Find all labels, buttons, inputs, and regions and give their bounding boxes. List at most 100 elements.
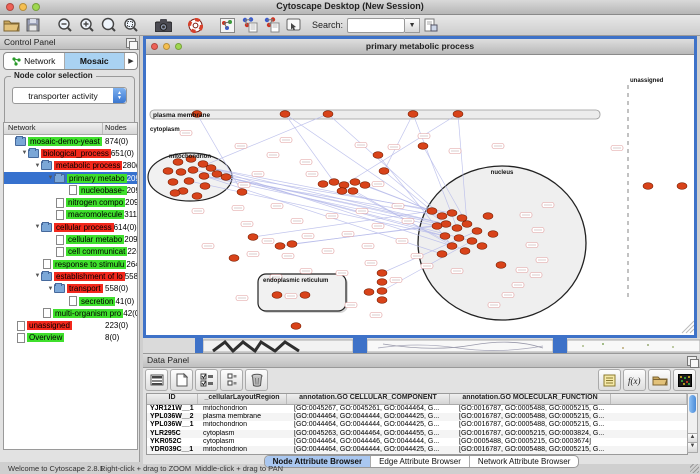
network-node[interactable] (418, 143, 428, 150)
network-node[interactable] (460, 248, 470, 255)
snapshot-icon[interactable] (152, 16, 174, 34)
tree-row[interactable]: ▼establishment of lo558(0) (4, 270, 137, 282)
network-node[interactable] (643, 183, 653, 190)
zoom-selected-icon[interactable] (120, 16, 142, 34)
table-cell[interactable]: [GO:0016787, GO:0005488, GO:0005215, G..… (456, 421, 619, 429)
disclosure-triangle-icon[interactable]: ▼ (21, 150, 28, 156)
tree-row[interactable]: mosaic-demo-yeast874(0) (4, 135, 137, 147)
tree-row[interactable]: nucleobase-209(0) (4, 184, 137, 196)
matrix-view-icon[interactable] (673, 369, 696, 391)
table-cell[interactable]: cytoplasm (200, 430, 291, 438)
table-cell[interactable]: [GO:0044464, GO:0044446, GO:0044444, G..… (291, 438, 456, 446)
resize-grip[interactable] (690, 464, 699, 473)
network-node[interactable] (280, 111, 290, 118)
table-cell[interactable]: [GO:0044464, GO:0044444, GO:0044425, G..… (291, 446, 456, 454)
network-node[interactable] (206, 165, 216, 172)
network-node[interactable] (377, 279, 387, 286)
tree-row[interactable]: cellular metabo209(0) (4, 233, 137, 245)
table-row[interactable]: YDR039C__1mitochondrion[GO:0044464, GO:0… (147, 446, 687, 454)
network-node[interactable] (170, 190, 180, 197)
export-network-icon[interactable] (260, 16, 282, 34)
col-cellular-component[interactable]: annotation.GO CELLULAR_COMPONENT (287, 394, 450, 404)
tree-row[interactable]: secretion41(0) (4, 295, 137, 307)
network-edge[interactable] (384, 114, 413, 171)
col-region[interactable]: _cellularLayoutRegion (198, 394, 287, 404)
network-node[interactable] (447, 210, 457, 217)
col-molecular-function[interactable]: annotation.GO MOLECULAR_FUNCTION (450, 394, 611, 404)
float-data-panel-icon[interactable] (687, 356, 697, 366)
plasma-membrane-region[interactable] (150, 110, 600, 119)
network-node[interactable] (440, 233, 450, 240)
network-node[interactable] (477, 243, 487, 250)
table-cell[interactable]: [GO:0045263, GO:0044464, GO:0044455, G..… (291, 430, 456, 438)
table-cell[interactable]: plasma membrane (200, 413, 291, 421)
network-node[interactable] (339, 182, 349, 189)
network-node[interactable] (248, 234, 258, 241)
network-node[interactable] (432, 223, 442, 230)
network-window-titlebar[interactable]: primary metabolic process (146, 39, 694, 55)
table-cell[interactable]: YPL036W__1 (147, 421, 200, 429)
table-cell[interactable]: mitochondrion (200, 421, 291, 429)
network-node[interactable] (453, 111, 463, 118)
zoom-out-icon[interactable] (54, 16, 76, 34)
table-cell[interactable]: YLR295C (147, 430, 200, 438)
tree-row[interactable]: ▼cellular process614(0) (4, 221, 137, 233)
network-node[interactable] (168, 179, 178, 186)
network-node[interactable] (291, 323, 301, 330)
table-cell[interactable]: [GO:0016787, GO:0005488, GO:0005215, G..… (456, 405, 619, 413)
scroll-down-icon[interactable]: ▼ (688, 442, 697, 452)
network-node[interactable] (408, 111, 418, 118)
table-row[interactable]: YPL036W__2plasma membrane[GO:0044464, GO… (147, 413, 687, 421)
network-canvas[interactable]: plasma membranecytoplasmmitochondrionnuc… (146, 55, 694, 335)
network-node[interactable] (452, 225, 462, 232)
scrollbar-thumb[interactable] (689, 395, 696, 413)
tree-row[interactable]: response to stimulu264(0) (4, 258, 137, 270)
table-cell[interactable]: YKR052C (147, 438, 200, 446)
network-node[interactable] (221, 174, 231, 181)
network-node[interactable] (212, 171, 222, 178)
tree-row[interactable]: cell communicat22(0) (4, 246, 137, 258)
tab-mosaic[interactable]: Mosaic (65, 53, 126, 69)
network-node[interactable] (176, 169, 186, 176)
network-node[interactable] (447, 243, 457, 250)
tree-row[interactable]: nitrogen compo209(0) (4, 196, 137, 208)
tree-row[interactable]: ▼metabolic process280(0) (4, 160, 137, 172)
open-file-icon[interactable] (0, 16, 22, 34)
tree-row[interactable]: Overview8(0) (4, 332, 137, 344)
disclosure-triangle-icon[interactable]: ▼ (34, 163, 41, 169)
node-color-dropdown[interactable]: transporter activity ▲▼ (12, 87, 127, 104)
formula-builder-icon[interactable]: f(x) (623, 369, 646, 391)
network-node[interactable] (496, 262, 506, 269)
network-edge[interactable] (344, 114, 458, 185)
tree-row[interactable]: macromolecule311(0) (4, 209, 137, 221)
select-attributes-icon[interactable] (195, 369, 218, 391)
network-node[interactable] (377, 297, 387, 304)
table-row[interactable]: YJR121W__1mitochondrion[GO:0045267, GO:0… (147, 405, 687, 413)
table-cell[interactable]: [GO:0016787, GO:0005488, GO:0005215, G..… (456, 413, 619, 421)
network-node[interactable] (318, 181, 328, 188)
import-attributes-icon[interactable] (648, 369, 671, 391)
network-node[interactable] (323, 111, 333, 118)
attribute-select-icon[interactable] (145, 369, 168, 391)
tree-row[interactable]: multi-organism pro42(0) (4, 307, 137, 319)
table-cell[interactable]: cytoplasm (200, 438, 291, 446)
network-node[interactable] (184, 178, 194, 185)
network-node[interactable] (350, 179, 360, 186)
table-row[interactable]: YPL036W__1mitochondrion[GO:0044464, GO:0… (147, 421, 687, 429)
network-node[interactable] (454, 235, 464, 242)
tab-overflow-button[interactable]: ▶ (125, 53, 137, 69)
network-node[interactable] (229, 255, 239, 262)
network-node[interactable] (200, 183, 210, 190)
table-cell[interactable]: [GO:0016787, GO:0005215, GO:0003824, G..… (456, 430, 619, 438)
network-node[interactable] (237, 189, 247, 196)
save-icon[interactable] (22, 16, 44, 34)
table-cell[interactable]: YJR121W__1 (147, 405, 200, 413)
search-options-icon[interactable] (420, 16, 442, 34)
attribute-list-icon[interactable] (598, 369, 621, 391)
network-node[interactable] (483, 213, 493, 220)
network-node[interactable] (300, 292, 310, 299)
network-node[interactable] (462, 221, 472, 228)
table-cell[interactable]: [GO:0045267, GO:0045261, GO:0044464, G..… (291, 405, 456, 413)
disclosure-triangle-icon[interactable]: ▼ (34, 224, 41, 230)
network-node[interactable] (488, 231, 498, 238)
